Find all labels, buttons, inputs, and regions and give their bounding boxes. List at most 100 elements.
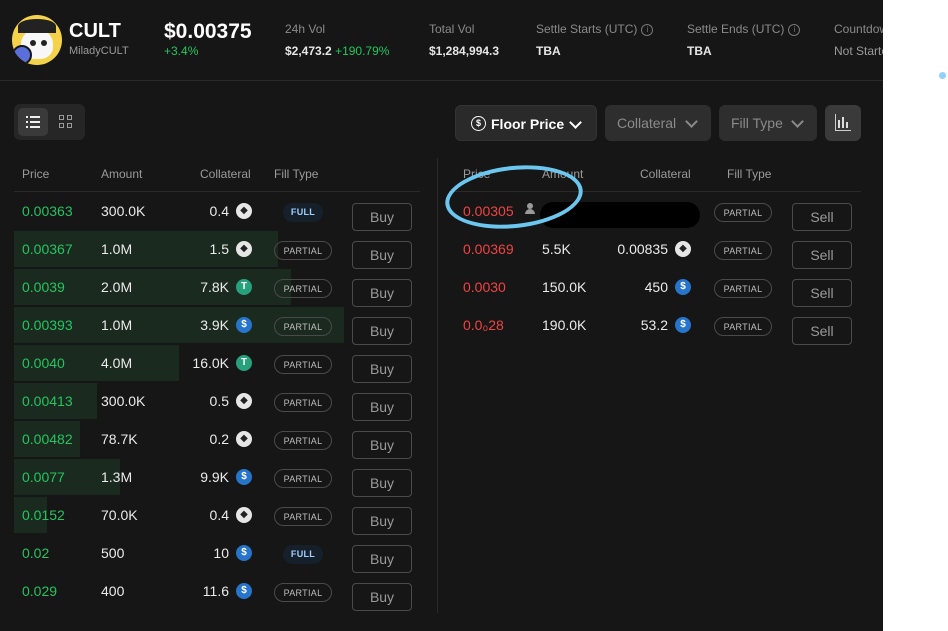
usdc-icon: $ [236, 317, 252, 333]
order-collateral: 53.2 [640, 317, 668, 333]
stat-label: Settle Ends (UTC) [687, 22, 785, 36]
chart-toggle-button[interactable] [825, 105, 861, 141]
usdc-icon: $ [236, 469, 252, 485]
buy-button[interactable]: Buy [352, 583, 412, 611]
usdt-icon: T [236, 355, 252, 371]
list-view-button[interactable] [18, 108, 48, 136]
buy-button[interactable]: Buy [352, 241, 412, 269]
buy-button[interactable]: Buy [352, 545, 412, 573]
token-price: $0.00375 [164, 20, 252, 43]
eth-icon: ◆ [236, 393, 252, 409]
stat-value: TBA [687, 44, 712, 58]
grid-icon [59, 115, 73, 129]
order-collateral: 7.8K [200, 279, 229, 295]
table-row: 0.00413 300.0K 0.5 ◆ PARTIAL Buy [14, 382, 420, 421]
stat-value: $1,284,994.3 [429, 44, 500, 58]
chevron-down-icon [791, 115, 804, 128]
fill-type-badge: PARTIAL [274, 317, 332, 336]
table-row: 0.02 500 10 $ FULL Buy [14, 534, 420, 573]
fill-type-badge: PARTIAL [274, 279, 332, 298]
order-amount: 300.0K [101, 203, 146, 219]
order-amount: 400 [101, 583, 125, 599]
fill-type-badge: PARTIAL [714, 203, 772, 222]
fill-type-dropdown[interactable]: Fill Type [719, 105, 817, 141]
stat-label: Settle Starts (UTC) [536, 22, 638, 36]
collateral-dropdown[interactable]: Collateral [605, 105, 711, 141]
dropdown-label: Floor Price [491, 116, 565, 132]
info-icon[interactable]: i [641, 24, 654, 36]
table-row: 0.00482 78.7K 0.2 ◆ PARTIAL Buy [14, 420, 420, 459]
eth-icon: ◆ [236, 431, 252, 447]
order-price: 0.0030 [463, 279, 506, 295]
eth-icon: ◆ [236, 203, 252, 219]
token-subtitle: MiladyCULT [69, 45, 129, 57]
usdt-icon: T [236, 279, 252, 295]
order-price: 0.029 [22, 583, 58, 599]
table-row: 0.00393 1.0M 3.9K $ PARTIAL Buy [14, 306, 420, 345]
column-header-amount: Amount [101, 167, 143, 181]
table-row: 0.0039 2.0M 7.8K T PARTIAL Buy [14, 268, 420, 307]
stat-value: Not Started [834, 44, 883, 58]
dollar-coin-icon: $ [471, 116, 486, 131]
table-row: 0.0077 1.3M 9.9K $ PARTIAL Buy [14, 458, 420, 497]
table-row: 0.0030 150.0K 450 $ PARTIAL Sell [449, 268, 861, 307]
order-price: 0.00482 [22, 431, 73, 447]
usdc-icon: $ [236, 545, 252, 561]
buy-orders-table: Price Amount Collateral Fill Type 0.0036… [14, 158, 420, 611]
order-collateral: 0.5 [209, 393, 229, 409]
sell-button[interactable]: Sell [792, 203, 852, 231]
fill-type-badge: FULL [283, 545, 323, 564]
grid-view-button[interactable] [51, 108, 81, 136]
order-price: 0.00363 [22, 203, 73, 219]
order-price: 0.0040 [22, 355, 65, 371]
sell-button[interactable]: Sell [792, 279, 852, 307]
stat-total-vol: Total Vol $1,284,994.3 [429, 22, 499, 58]
order-amount: 2.0M [101, 279, 133, 295]
buy-button[interactable]: Buy [352, 317, 412, 345]
buy-button[interactable]: Buy [352, 355, 412, 383]
usdc-icon: $ [236, 583, 252, 599]
order-amount: 300.0K [101, 393, 146, 409]
table-row: 0.00369 5.5K 0.00835 ◆ PARTIAL Sell [449, 230, 861, 269]
fill-type-badge: PARTIAL [714, 317, 772, 336]
order-amount: 1.0M [101, 241, 133, 257]
table-row: 0.0₀28 190.0K 53.2 $ PARTIAL Sell [449, 306, 861, 345]
buy-button[interactable]: Buy [352, 393, 412, 421]
buy-button[interactable]: Buy [352, 279, 412, 307]
price-change: +3.4% [164, 44, 199, 58]
column-header-fill-type: Fill Type [727, 167, 772, 181]
chevron-down-icon [569, 116, 582, 129]
order-amount: 500 [101, 545, 125, 561]
order-amount: 1.3M [101, 469, 133, 485]
order-price: 0.0₀28 [463, 317, 504, 333]
order-price: 0.00369 [463, 241, 514, 257]
order-collateral: 9.9K [200, 469, 229, 485]
candlestick-chart-icon [835, 114, 851, 131]
order-collateral: 0.4 [209, 507, 229, 523]
order-collateral: 450 [644, 279, 668, 295]
buy-button[interactable]: Buy [352, 469, 412, 497]
sell-button[interactable]: Sell [792, 241, 852, 269]
table-row: 0.0152 70.0K 0.4 ◆ PARTIAL Buy [14, 496, 420, 535]
dropdown-label: Collateral [617, 115, 677, 131]
fill-type-badge: PARTIAL [274, 507, 332, 526]
chevron-down-icon [685, 115, 698, 128]
order-price: 0.0039 [22, 279, 65, 295]
order-amount: 5.5K [542, 241, 571, 257]
sell-button[interactable]: Sell [792, 317, 852, 345]
list-icon [26, 116, 40, 128]
floor-price-dropdown[interactable]: $ Floor Price [455, 105, 597, 141]
buy-button[interactable]: Buy [352, 431, 412, 459]
fill-type-badge: PARTIAL [274, 393, 332, 412]
buy-button[interactable]: Buy [352, 507, 412, 535]
info-icon[interactable]: i [788, 24, 801, 36]
order-collateral: 16.0K [192, 355, 229, 371]
token-name: CULT [69, 20, 121, 42]
buy-button[interactable]: Buy [352, 203, 412, 231]
eth-icon: ◆ [236, 241, 252, 257]
stat-settle-starts: Settle Starts (UTC) i TBA [536, 22, 654, 58]
order-collateral: 1.5 [209, 241, 229, 257]
stat-countdown: Countdown Not Started [834, 22, 883, 58]
stat-label: Countdown [834, 22, 883, 36]
eth-icon: ◆ [675, 241, 691, 257]
